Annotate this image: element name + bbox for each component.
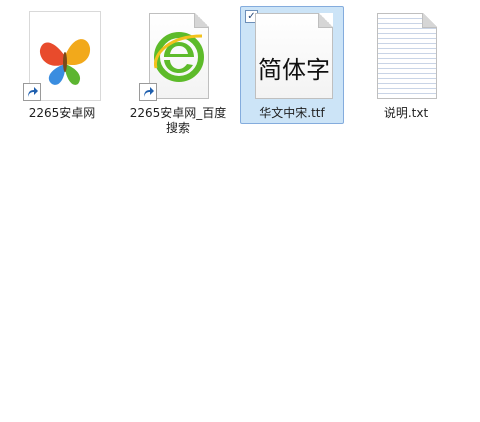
file-name: 华文中宋.ttf xyxy=(259,106,325,120)
shortcut-arrow-icon xyxy=(28,87,38,97)
file-name: 2265安卓网 xyxy=(28,106,96,120)
shortcut-arrow-icon xyxy=(144,87,154,97)
file-item-readme-txt[interactable]: 说明.txt xyxy=(354,6,458,136)
file-name: 2265安卓网_百度搜索 xyxy=(129,106,227,135)
file-item-baidu-search-shortcut[interactable]: 2265安卓网_百度搜索 xyxy=(126,6,230,136)
document-page xyxy=(149,13,209,99)
file-item-2265-shortcut[interactable]: 2265安卓网 xyxy=(10,6,114,136)
file-icon-area xyxy=(23,9,103,105)
browser-e-icon xyxy=(153,32,204,82)
file-name: 说明.txt xyxy=(383,106,429,120)
file-item-font-ttf[interactable]: ✓ 简体字 华文中宋.ttf xyxy=(240,6,344,124)
font-file-icon: 简体字 xyxy=(255,13,333,99)
file-icon-area: 简体字 xyxy=(253,9,333,105)
shortcut-overlay xyxy=(23,83,41,101)
shortcut-overlay xyxy=(139,83,157,101)
file-icon-area xyxy=(367,9,447,105)
font-preview-text: 简体字 xyxy=(258,56,330,84)
text-file-icon xyxy=(377,13,437,99)
file-icon-area xyxy=(139,9,219,105)
